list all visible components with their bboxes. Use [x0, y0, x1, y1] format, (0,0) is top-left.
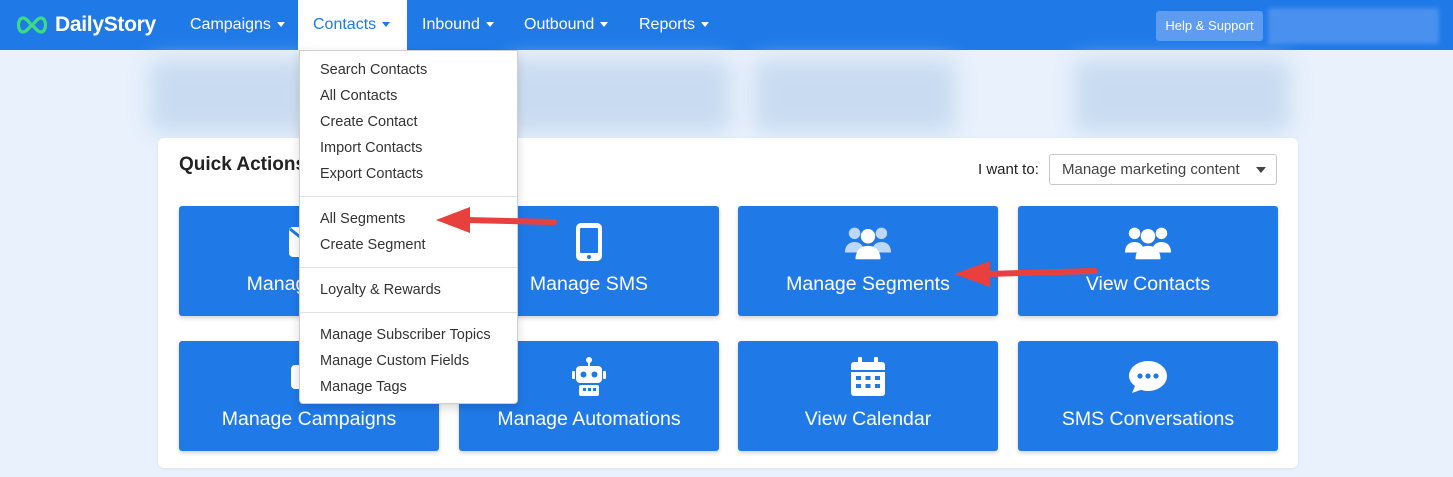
menu-search-contacts[interactable]: Search Contacts	[320, 57, 427, 83]
mobile-phone-icon	[565, 221, 613, 263]
brand-logo[interactable]: DailyStory	[14, 11, 156, 39]
want-to-label: I want to:	[978, 161, 1039, 178]
caret-down-icon	[276, 22, 285, 28]
annotation-arrow-manage-segments	[954, 261, 1098, 287]
banner-blur-mid	[505, 60, 730, 132]
nav-inbound[interactable]: Inbound	[407, 0, 509, 50]
annotation-arrow-all-segments	[436, 207, 557, 233]
calendar-icon	[844, 356, 892, 398]
help-support-button[interactable]: Help & Support	[1156, 11, 1263, 41]
banner-blur-left	[150, 60, 310, 132]
menu-manage-custom-fields[interactable]: Manage Custom Fields	[320, 348, 469, 374]
chat-bubble-icon	[1124, 356, 1172, 398]
menu-loyalty-rewards[interactable]: Loyalty & Rewards	[320, 277, 441, 303]
nav-outbound[interactable]: Outbound	[509, 0, 623, 50]
menu-export-contacts[interactable]: Export Contacts	[320, 161, 423, 187]
menu-manage-subscriber-topics[interactable]: Manage Subscriber Topics	[320, 322, 491, 348]
nav-reports[interactable]: Reports	[624, 0, 724, 50]
menu-divider	[300, 312, 517, 313]
tile-sms-conversations[interactable]: SMS Conversations	[1018, 341, 1278, 451]
caret-down-icon	[1256, 167, 1266, 173]
menu-import-contacts[interactable]: Import Contacts	[320, 135, 422, 161]
caret-down-icon	[485, 22, 494, 28]
nav-contacts[interactable]: Contacts	[298, 0, 407, 50]
caret-down-icon	[701, 22, 710, 28]
brand-name: DailyStory	[55, 13, 156, 36]
banner-blur-right	[1075, 60, 1290, 132]
quick-actions-title: Quick Actions	[179, 154, 307, 175]
robot-icon	[565, 356, 613, 398]
nav-campaigns[interactable]: Campaigns	[175, 0, 300, 50]
want-to-select[interactable]: Manage marketing content	[1049, 154, 1277, 185]
user-account-menu[interactable]	[1268, 8, 1439, 44]
infinity-logo-icon	[16, 16, 48, 34]
caret-down-icon	[600, 22, 609, 28]
menu-create-contact[interactable]: Create Contact	[320, 109, 418, 135]
top-navbar: DailyStory Campaigns Contacts Inbound Ou…	[0, 0, 1453, 50]
users-group-icon	[1124, 221, 1172, 263]
menu-create-segment[interactable]: Create Segment	[320, 232, 426, 258]
menu-manage-tags[interactable]: Manage Tags	[320, 374, 407, 400]
menu-divider	[300, 196, 517, 197]
tile-view-calendar[interactable]: View Calendar	[738, 341, 998, 451]
menu-all-segments[interactable]: All Segments	[320, 206, 405, 232]
menu-divider	[300, 267, 517, 268]
caret-down-icon	[382, 22, 391, 28]
users-group-icon	[844, 221, 892, 263]
menu-all-contacts[interactable]: All Contacts	[320, 83, 397, 109]
banner-blur-mid2	[755, 60, 955, 132]
